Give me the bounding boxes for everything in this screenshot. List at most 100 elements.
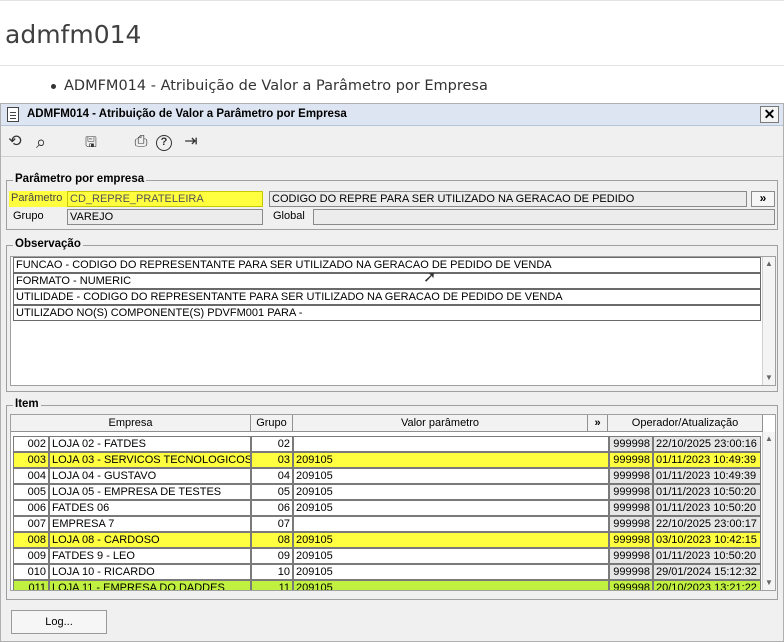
cell-operador: 999998 xyxy=(609,468,653,484)
window-titlebar: ADMFM014 - Atribuição de Valor a Parâmet… xyxy=(1,104,783,126)
bullet-dot xyxy=(51,84,56,89)
item-legend: Item xyxy=(13,398,41,410)
param-expand-button[interactable]: » xyxy=(751,191,775,207)
cell-grupo: 06 xyxy=(251,500,293,516)
cell-valor-parametro[interactable]: 209105 xyxy=(293,484,609,500)
col-header-grupo[interactable]: Grupo xyxy=(251,415,293,432)
observacao-textarea[interactable]: FUNCAO - CODIGO DO REPRESENTANTE PARA SE… xyxy=(10,256,776,386)
search-icon[interactable]: ⌕ xyxy=(31,133,51,153)
cell-atualizacao: 20/10/2023 13:21:22 xyxy=(653,580,761,590)
cell-grupo: 08 xyxy=(251,532,293,548)
help-icon[interactable]: ? xyxy=(156,135,172,151)
cell-valor-parametro[interactable]: 209105 xyxy=(293,452,609,468)
cell-atualizacao: 01/11/2023 10:50:20 xyxy=(653,500,761,516)
cell-valor-parametro[interactable] xyxy=(293,516,609,532)
document-icon xyxy=(7,107,19,122)
observacao-legend: Observação xyxy=(13,238,83,250)
cell-valor-parametro[interactable]: 209105 xyxy=(293,500,609,516)
cell-grupo: 02 xyxy=(251,436,293,452)
cell-grupo: 09 xyxy=(251,548,293,564)
close-button[interactable]: ✕ xyxy=(760,106,779,123)
cell-grupo: 04 xyxy=(251,468,293,484)
cell-operador: 999998 xyxy=(609,436,653,452)
cell-atualizacao: 01/11/2023 10:50:20 xyxy=(653,548,761,564)
cell-operador: 999998 xyxy=(609,532,653,548)
cell-valor-parametro[interactable]: 209105 xyxy=(293,468,609,484)
cell-operador: 999998 xyxy=(609,548,653,564)
admfm014-window: ADMFM014 - Atribuição de Valor a Parâmet… xyxy=(0,103,784,642)
table-row[interactable]: 007 EMPRESA 7 07 999998 22/10/2025 23:00:17 xyxy=(13,516,761,532)
cell-empresa-codigo: 009 xyxy=(13,548,49,564)
exit-icon[interactable]: ⇥ xyxy=(181,133,201,153)
cell-empresa-codigo: 004 xyxy=(13,468,49,484)
cell-atualizacao: 01/11/2023 10:49:39 xyxy=(653,468,761,484)
toolbar: ⟲ ⌕ 🖫 ⎙ ? ⇥ xyxy=(1,127,783,157)
observacao-scrollbar[interactable]: ▲ ▼ xyxy=(762,257,775,385)
observacao-line: UTILIDADE - CODIGO DO REPRESENTANTE PARA… xyxy=(13,289,761,305)
table-row[interactable]: 008 LOJA 08 - CARDOSO 08 209105 999998 03/10/… xyxy=(13,532,761,548)
parametro-label: Parâmetro xyxy=(9,191,67,207)
cell-operador: 999998 xyxy=(609,500,653,516)
cell-empresa-codigo: 006 xyxy=(13,500,49,516)
cell-valor-parametro[interactable]: 209105 xyxy=(293,532,609,548)
cell-valor-parametro[interactable]: 209105 xyxy=(293,548,609,564)
cell-atualizacao: 22/10/2025 23:00:16 xyxy=(653,436,761,452)
table-row[interactable]: 009 FATDES 9 - LEO 09 209105 999998 01/11/202… xyxy=(13,548,761,564)
cell-valor-parametro[interactable]: 209105 xyxy=(293,580,609,590)
item-group: Item Empresa Grupo Valor parâmetro » Ope… xyxy=(6,398,778,600)
cell-operador: 999998 xyxy=(609,516,653,532)
scroll-down-icon[interactable]: ▼ xyxy=(764,576,774,590)
cell-grupo: 03 xyxy=(251,452,293,468)
cell-empresa-nome: LOJA 04 - GUSTAVO xyxy=(49,468,251,484)
cell-atualizacao: 03/10/2023 10:42:15 xyxy=(653,532,761,548)
cell-empresa-codigo: 008 xyxy=(13,532,49,548)
cell-grupo: 05 xyxy=(251,484,293,500)
table-row[interactable]: 010 LOJA 10 - RICARDO 10 209105 999998 29/01/… xyxy=(13,564,761,580)
observacao-line: FUNCAO - CODIGO DO REPRESENTANTE PARA SE… xyxy=(13,257,761,273)
table-row[interactable]: 004 LOJA 04 - GUSTAVO 04 209105 999998 01/11/… xyxy=(13,468,761,484)
page-divider xyxy=(0,65,784,66)
scroll-up-icon[interactable]: ▲ xyxy=(764,257,774,271)
cell-empresa-nome: EMPRESA 7 xyxy=(49,516,251,532)
refresh-icon[interactable]: ⟲ xyxy=(5,133,25,153)
observacao-line: UTILIZADO NO(S) COMPONENTE(S) PDVFM001 P… xyxy=(13,305,761,321)
toolbar-separator xyxy=(1,156,783,157)
grupo-field: VAREJO xyxy=(67,209,263,225)
table-row[interactable]: 011 LOJA 11 - EMPRESA DO DADDES 11 209105 99… xyxy=(13,580,761,590)
page-bullet-text: ADMFM014 - Atribuição de Valor a Parâmet… xyxy=(64,78,488,94)
cell-empresa-nome: FATDES 9 - LEO xyxy=(49,548,251,564)
cell-grupo: 11 xyxy=(251,580,293,590)
scroll-up-icon[interactable]: ▲ xyxy=(764,432,774,446)
table-row[interactable]: 002 LOJA 02 - FATDES 02 999998 22/10/2025 23… xyxy=(13,436,761,452)
col-header-operador[interactable]: Operador/Atualização xyxy=(608,415,763,432)
grid-scrollbar[interactable]: ▲ ▼ xyxy=(762,432,775,590)
cell-operador: 999998 xyxy=(609,452,653,468)
page-top-border xyxy=(0,0,784,1)
print-icon[interactable]: ⎙ xyxy=(131,133,151,153)
cell-operador: 999998 xyxy=(609,484,653,500)
param-legend: Parâmetro por empresa xyxy=(13,173,147,185)
table-row[interactable]: 005 LOJA 05 - EMPRESA DE TESTES 05 209105 99… xyxy=(13,484,761,500)
table-row[interactable]: 006 FATDES 06 06 209105 999998 01/11/2023 10:… xyxy=(13,500,761,516)
table-row[interactable]: 003 LOJA 03 - SERVICOS TECNOLOGICOS LT 03 2… xyxy=(13,452,761,468)
cell-empresa-codigo: 010 xyxy=(13,564,49,580)
log-button[interactable]: Log... xyxy=(11,610,107,634)
parametro-input[interactable]: CD_REPRE_PRATELEIRA xyxy=(67,191,263,207)
parametro-description: CODIGO DO REPRE PARA SER UTILIZADO NA GE… xyxy=(269,191,747,207)
mouse-cursor-icon: ➚ xyxy=(423,269,437,286)
global-label: Global xyxy=(273,210,305,222)
global-field xyxy=(313,209,775,225)
col-header-valor[interactable]: Valor parâmetro xyxy=(293,415,588,432)
save-icon[interactable]: 🖫 xyxy=(81,133,101,153)
cell-empresa-nome: LOJA 03 - SERVICOS TECNOLOGICOS LT xyxy=(49,452,251,468)
scroll-down-icon[interactable]: ▼ xyxy=(764,371,774,385)
col-header-empresa[interactable]: Empresa xyxy=(11,415,251,432)
cell-valor-parametro[interactable]: 209105 xyxy=(293,564,609,580)
page-title: admfm014 xyxy=(5,20,142,49)
window-title: ADMFM014 - Atribuição de Valor a Parâmet… xyxy=(27,108,347,120)
cell-empresa-nome: LOJA 11 - EMPRESA DO DADDES xyxy=(49,580,251,590)
cell-empresa-codigo: 011 xyxy=(13,580,49,590)
grid-expand-button[interactable]: » xyxy=(588,415,608,432)
cell-empresa-codigo: 005 xyxy=(13,484,49,500)
cell-valor-parametro[interactable] xyxy=(293,436,609,452)
